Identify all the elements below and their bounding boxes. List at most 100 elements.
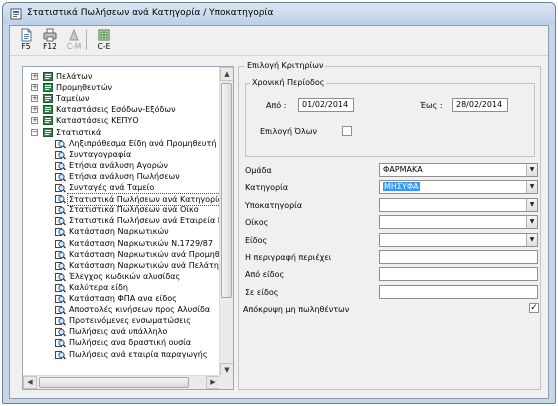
vertical-scroll-thumb[interactable] [221,83,232,298]
expand-icon[interactable]: + [31,95,38,103]
report-search-icon [55,228,66,237]
criteria-dropdown[interactable]: ΜΗΣΥΦΑ ▼ [379,180,538,195]
report-folder-icon [43,94,53,104]
period-group-label: Χρονική Περίοδος [250,78,327,87]
expand-icon[interactable]: + [31,84,38,92]
tree-item-label: Πωλήσεις ανά υπάλληλο [69,327,168,337]
report-search-icon [55,261,66,271]
report-folder-icon [43,116,53,126]
tree-item-label: Στατιστικά Πωλήσεων ανά Εταιρεία Πα [69,216,220,226]
tree-item-label: Συνταγές ανά Ταμείο [69,183,155,192]
report-search-icon [55,295,66,304]
report-search-icon [55,184,66,193]
criteria-dropdown[interactable]: ΦΑΡΜΑΚΑ ▼ [379,163,538,177]
title-bar[interactable]: Στατιστικά Πωλήσεων ανά Κατηγορία / Υποκ… [3,3,555,25]
field-value: ΦΑΡΜΑΚΑ [383,165,423,174]
report-search-icon [55,195,66,204]
client-area: F5 F12 C-M C-E + Πελάτων + Προμηθευτών +… [9,25,549,399]
tree-item-label: Προμηθευτών [56,83,112,93]
report-search-icon [55,317,66,326]
select-all-checkbox[interactable] [342,126,352,136]
scroll-corner [219,375,233,389]
dropdown-arrow-icon[interactable]: ▼ [526,216,537,229]
tree-item-label: Καταστάσεις Εσόδων-Εξόδων [56,105,176,115]
report-search-icon [55,161,66,171]
criteria-field-label: Σε είδος [245,287,279,297]
from-date-field[interactable]: 01/02/2014 [298,98,354,112]
report-search-icon [55,328,66,337]
expand-icon[interactable]: + [31,106,38,114]
preview-button-label: F5 [21,42,31,51]
app-icon [10,8,22,20]
criteria-field-label: Υποκατηγορία [245,200,303,210]
report-search-icon [55,272,66,282]
report-window: Στατιστικά Πωλήσεων ανά Κατηγορία / Υποκ… [2,2,556,404]
criteria-text-field[interactable] [379,250,538,264]
report-folder-icon [43,105,53,115]
criteria-group-label: Επιλογή Κριτηρίων [245,61,326,70]
to-date-field[interactable]: 28/02/2014 [452,98,508,112]
report-tree[interactable]: + Πελάτων + Προμηθευτών + Ταμείων + Καταστάσεις… [22,66,234,390]
tree-vertical-scrollbar[interactable]: ▲ ▼ [219,67,233,377]
field-value: ΜΗΣΥΦΑ [383,182,420,192]
preview-button[interactable]: F5 [14,28,38,52]
criteria-field-label: Ομάδα [245,166,272,175]
report-search-icon [55,217,66,226]
clear-button-label: C-M [66,42,82,51]
criteria-dropdown[interactable]: ▼ [379,232,538,247]
tree-item-label: Πελάτων [56,72,93,81]
report-search-icon [55,206,66,215]
document-icon [21,28,32,42]
criteria-field-label: Οίκος [245,218,269,228]
scroll-left-icon[interactable]: ◀ [23,376,37,389]
criteria-dropdown[interactable]: ▼ [379,215,538,230]
hide-unsold-checkbox[interactable]: ✓ [529,303,539,313]
expand-icon[interactable]: + [31,117,38,125]
tree-item-label: Ταμείων [56,94,90,104]
tree-item-label: Κατάσταση Ναρκωτικών Ν.1729/87 [69,238,213,248]
dropdown-arrow-icon[interactable]: ▼ [526,233,537,246]
period-group: Χρονική Περίοδος Από : 01/02/2014 Έως : … [245,78,535,157]
print-button[interactable]: F12 [38,28,62,52]
toolbar: F5 F12 C-M C-E [10,26,548,54]
dropdown-arrow-icon[interactable]: ▼ [526,198,537,211]
criteria-group: Επιλογή Κριτηρίων Χρονική Περίοδος Από :… [238,61,541,390]
scroll-up-icon[interactable]: ▲ [220,67,233,81]
report-search-icon [55,350,66,359]
tree-item-label: Πωλήσεις ανα δραστική ουσία [69,338,192,348]
tree-item-label: Ετήσια ανάλυση Πωλήσεων [69,171,180,181]
report-search-icon [55,139,66,149]
export-button-label: C-E [97,42,111,51]
dropdown-arrow-icon[interactable]: ▼ [526,181,537,194]
tree-item-label: Αποστολές κινήσεων προς Αλυσίδα [69,305,211,315]
horizontal-scroll-thumb[interactable] [39,377,189,388]
dropdown-arrow-icon[interactable]: ▼ [526,164,537,176]
export-button[interactable]: C-E [92,28,116,52]
criteria-text-field[interactable] [379,284,538,299]
report-folder-icon [43,72,53,81]
print-button-label: F12 [43,42,57,51]
scroll-right-icon[interactable]: ▶ [206,376,220,389]
tree-item-label: Κατάσταση Ναρκωτικών ανά Πελάτη [69,260,219,270]
tree-item-label: Κατάσταση Ναρκωτικών ανά Προμηθε [69,249,220,259]
export-icon [98,29,110,41]
clear-icon [69,28,79,41]
criteria-text-field[interactable] [379,267,538,282]
expand-icon[interactable]: + [31,73,38,80]
report-folder-icon [43,83,53,93]
report-search-icon [55,283,66,293]
criteria-dropdown[interactable]: ▼ [379,197,538,212]
from-date-label: Από : [266,101,287,110]
tree-horizontal-scrollbar[interactable]: ◀ ▶ [23,375,220,389]
report-search-icon [55,239,66,248]
criteria-field-label: Κατηγορία [245,183,289,193]
window-title: Στατιστικά Πωλήσεων ανά Κατηγορία / Υποκ… [27,8,274,18]
collapse-icon[interactable]: − [31,128,38,136]
tree-item-label: Πωλήσεις ανά εταιρία παραγωγής [69,349,208,359]
report-search-icon [55,339,66,348]
criteria-field-label: Η περιγραφή περιέχει [245,253,332,262]
tree-item-label: Στατιστικά [56,127,102,137]
clear-button[interactable]: C-M [62,28,86,52]
tree-item-label: Προτεινόμενες ενσωματώσεις [69,316,191,326]
tree-item-label: Κατάσταση ΦΠΑ ανα είδος [69,294,177,303]
